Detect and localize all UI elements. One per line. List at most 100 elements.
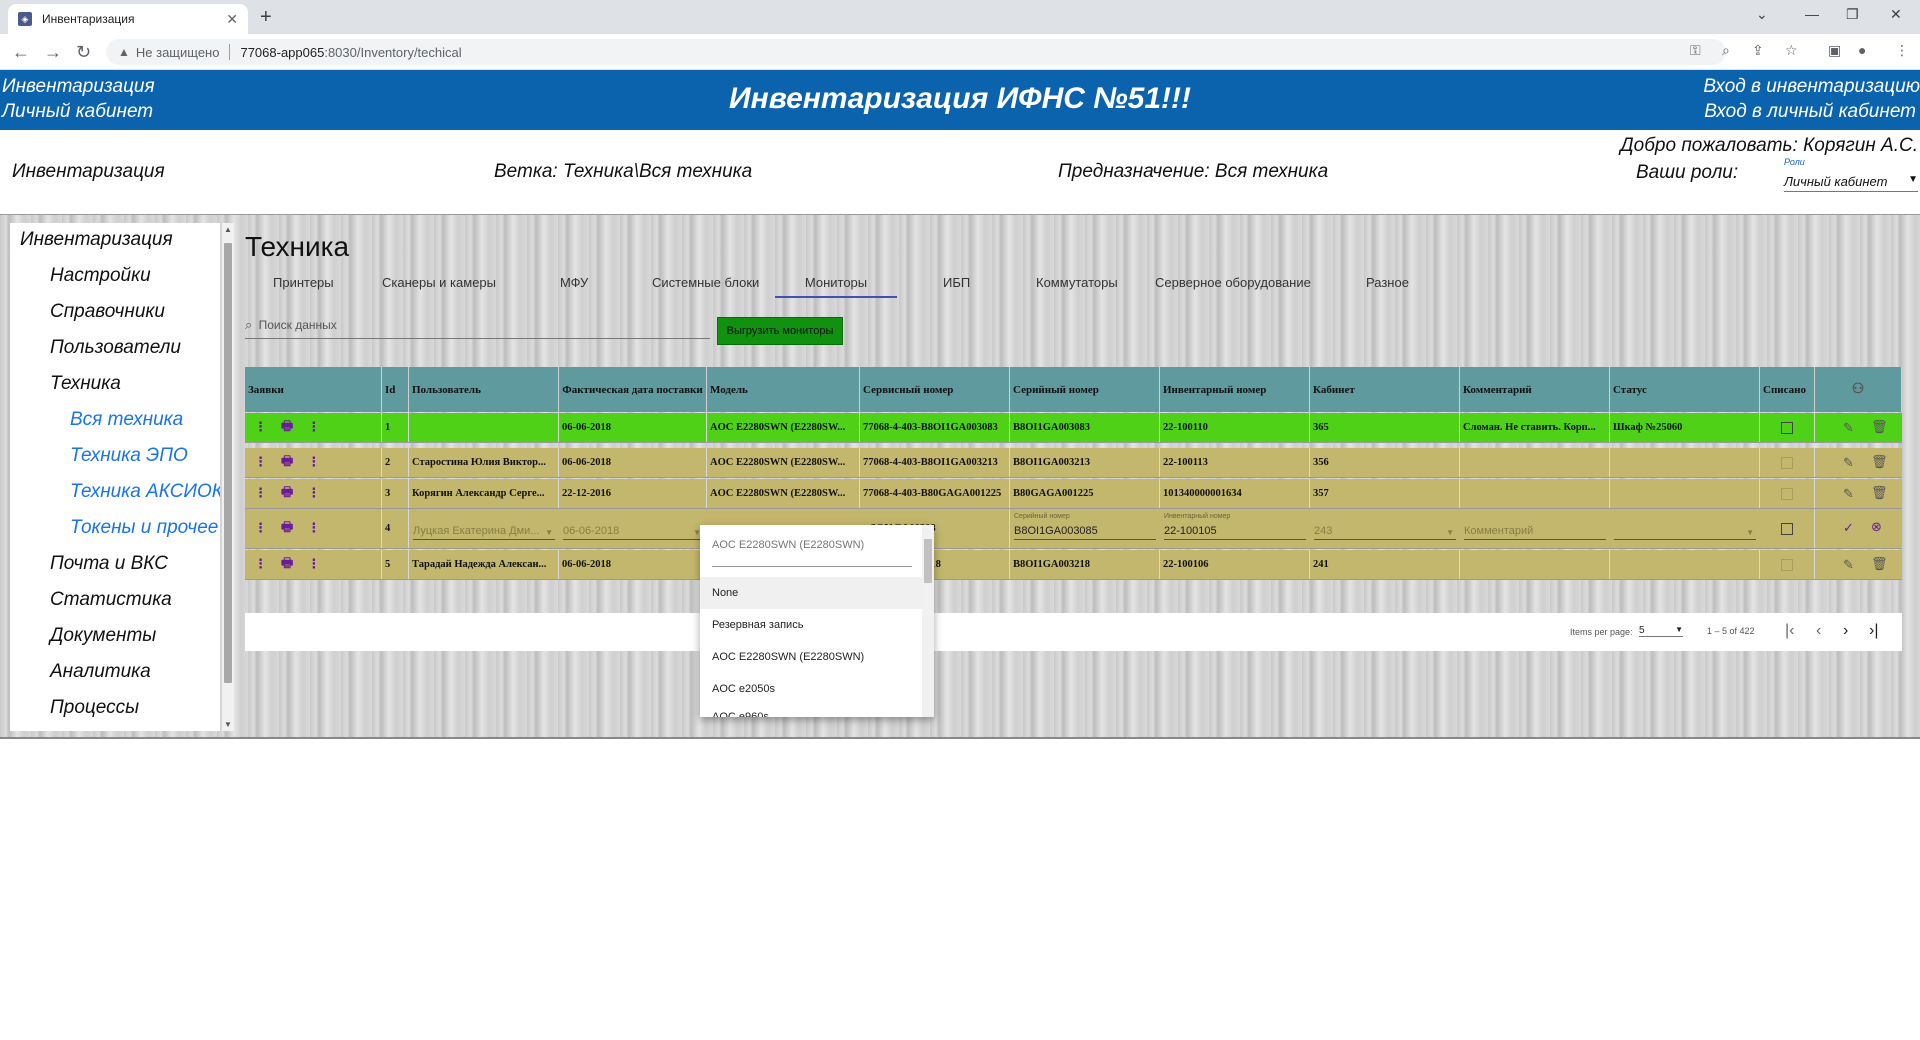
more-vert-icon[interactable]: ⋮: [307, 455, 320, 470]
model-option-none[interactable]: None: [700, 577, 922, 609]
col-comment[interactable]: Комментарий: [1460, 367, 1610, 412]
col-requests[interactable]: Заявки: [245, 367, 382, 412]
new-tab-button[interactable]: +: [260, 6, 272, 29]
edit-user-select[interactable]: Луцкая Екатерина Дми... ▼: [413, 522, 555, 540]
edit-icon[interactable]: ✎: [1843, 557, 1854, 573]
table-row[interactable]: ⋮ 🖶 ⋮ 3 Корягин Александр Серге... 22-12-2016…: [245, 479, 1902, 509]
sidebar-item-epo[interactable]: Техника ЭПО: [70, 445, 188, 467]
print-icon[interactable]: 🖶: [281, 483, 293, 505]
more-vert-icon[interactable]: ⋮: [254, 521, 267, 536]
menu-dots-icon[interactable]: ⋮: [1895, 42, 1909, 59]
key-icon[interactable]: ⚿: [1690, 42, 1701, 59]
scroll-up-icon[interactable]: ▲: [224, 225, 232, 234]
sidebar-item-documents[interactable]: Документы: [50, 625, 156, 647]
more-vert-icon[interactable]: ⋮: [307, 521, 320, 536]
add-user-icon[interactable]: ⚇: [1815, 367, 1902, 412]
col-serial-number[interactable]: Серийный номер: [1010, 367, 1160, 412]
next-page-icon[interactable]: ›: [1843, 622, 1848, 640]
sidebar-item-users[interactable]: Пользователи: [50, 337, 181, 359]
sidebar-item-references[interactable]: Справочники: [50, 301, 165, 323]
table-row-editing[interactable]: ⋮🖶⋮4Луцкая Екатерина Дми...▼06-06-2018▼.…: [245, 509, 1902, 549]
sidebar-item-analytics[interactable]: Аналитика: [50, 661, 151, 683]
scroll-down-icon[interactable]: ▼: [224, 720, 232, 729]
col-inventory-number[interactable]: Инвентарный номер: [1160, 367, 1310, 412]
edit-icon[interactable]: ✎: [1843, 455, 1854, 471]
sidebar-scroll-thumb[interactable]: [224, 243, 232, 683]
sidebar-item-tokens[interactable]: Токены и прочее: [70, 517, 218, 539]
table-row[interactable]: ⋮ 🖶 ⋮ 5 Тарадай Надежда Алексан... 06-06-2018…: [245, 550, 1902, 580]
tab-misc[interactable]: Разное: [1366, 275, 1409, 290]
tab-monitors[interactable]: Мониторы: [775, 275, 897, 298]
items-per-page-select[interactable]: 5 ▼: [1639, 625, 1683, 637]
tab-switches[interactable]: Коммутаторы: [1036, 275, 1118, 290]
header-login-inventory[interactable]: Вход в инвентаризацию: [1703, 76, 1920, 98]
col-user[interactable]: Пользователь: [409, 367, 559, 412]
written-off-checkbox[interactable]: [1781, 522, 1793, 535]
search-input[interactable]: ⌕ Поиск данных: [245, 317, 710, 339]
reload-icon[interactable]: ↻: [76, 42, 91, 63]
col-date[interactable]: Фактическая дата поставки: [559, 367, 707, 412]
print-icon[interactable]: 🖶: [281, 452, 293, 474]
sidebar-item-settings[interactable]: Настройки: [50, 265, 151, 287]
more-vert-icon[interactable]: ⋮: [254, 486, 267, 501]
browser-tab[interactable]: ◈ Инвентаризация ✕: [8, 4, 248, 34]
delete-icon[interactable]: 🗑: [1871, 454, 1888, 470]
edit-icon[interactable]: ✎: [1843, 420, 1854, 436]
sidebar-item-aksiok[interactable]: Техника АКСИОК: [70, 481, 220, 503]
share-icon[interactable]: ⇪: [1752, 42, 1764, 59]
col-status[interactable]: Статус: [1610, 367, 1760, 412]
edit-room-select[interactable]: 243 ▼: [1314, 522, 1456, 540]
more-vert-icon[interactable]: ⋮: [254, 420, 267, 435]
print-icon[interactable]: 🖶: [281, 417, 293, 439]
omnibox[interactable]: ▲ Не защищено 77068-app065 :8030/Invento…: [106, 39, 1726, 65]
cancel-icon[interactable]: ⊗: [1871, 519, 1882, 535]
edit-inventory-field[interactable]: 22-100105: [1164, 522, 1306, 540]
model-option-aoc-e960s[interactable]: AOC e960s: [700, 701, 922, 717]
col-service-number[interactable]: Сервисный номер: [860, 367, 1010, 412]
close-tab-icon[interactable]: ✕: [226, 11, 238, 28]
zoom-icon[interactable]: ⌕: [1722, 42, 1730, 59]
save-check-icon[interactable]: ✓: [1843, 520, 1854, 536]
delete-icon[interactable]: 🗑: [1871, 556, 1888, 572]
header-login-cabinet[interactable]: Вход в личный кабинет: [1704, 101, 1916, 123]
edit-date-field[interactable]: 06-06-2018 ▼: [563, 522, 703, 540]
sidebar-item-mail[interactable]: Почта и ВКС: [50, 553, 168, 575]
sidebar-item-equipment[interactable]: Техника: [50, 373, 121, 395]
more-vert-icon[interactable]: ⋮: [254, 557, 267, 572]
written-off-checkbox[interactable]: [1781, 421, 1793, 434]
col-model[interactable]: Модель: [707, 367, 860, 412]
col-written-off[interactable]: Списано: [1760, 367, 1815, 412]
restore-icon[interactable]: ❐: [1846, 6, 1859, 23]
col-room[interactable]: Кабинет: [1310, 367, 1460, 412]
sidebar-item-statistics[interactable]: Статистика: [50, 589, 172, 611]
minimize-icon[interactable]: —: [1805, 6, 1819, 22]
bookmark-star-icon[interactable]: ☆: [1785, 42, 1798, 59]
tab-scanners[interactable]: Сканеры и камеры: [382, 275, 496, 290]
roles-select[interactable]: Личный кабинет ▼: [1784, 174, 1918, 192]
table-row[interactable]: ⋮ 🖶 ⋮ 2 Старостина Юлия Виктор... 06-06-2018 A…: [245, 448, 1902, 478]
sidebar-scrollbar[interactable]: ▲ ▼: [222, 223, 234, 731]
model-option-aoc-e2280swn[interactable]: AOC E2280SWN (E2280SWN): [700, 641, 922, 673]
close-window-icon[interactable]: ✕: [1890, 6, 1902, 23]
tab-search-icon[interactable]: ⌄: [1756, 6, 1768, 23]
written-off-checkbox[interactable]: [1781, 487, 1793, 500]
delete-icon[interactable]: 🗑: [1871, 485, 1888, 501]
back-icon[interactable]: ←: [12, 42, 30, 63]
tab-mfu[interactable]: МФУ: [560, 275, 588, 290]
model-option-reserve[interactable]: Резервная запись: [700, 609, 922, 641]
dropdown-scroll-thumb[interactable]: [924, 539, 932, 583]
edit-comment-field[interactable]: Комментарий: [1464, 522, 1606, 540]
side-panel-icon[interactable]: ▣: [1828, 42, 1841, 59]
tab-system-units[interactable]: Системные блоки: [652, 275, 759, 290]
tab-printers[interactable]: Принтеры: [273, 275, 334, 290]
profile-icon[interactable]: ●: [1858, 42, 1866, 58]
edit-serial-field[interactable]: B8OI1GA003085: [1014, 522, 1156, 540]
prev-page-icon[interactable]: ‹: [1816, 622, 1821, 640]
sidebar-item-processes[interactable]: Процессы: [50, 697, 139, 719]
col-id[interactable]: Id: [382, 367, 409, 412]
more-vert-icon[interactable]: ⋮: [307, 486, 320, 501]
more-vert-icon[interactable]: ⋮: [307, 557, 320, 572]
first-page-icon[interactable]: |‹: [1785, 622, 1794, 640]
table-row[interactable]: ⋮ 🖶 ⋮ 1 06-06-2018 AOC E2280SWN (E2280SW... 77…: [245, 413, 1902, 443]
forward-icon[interactable]: →: [44, 42, 62, 63]
